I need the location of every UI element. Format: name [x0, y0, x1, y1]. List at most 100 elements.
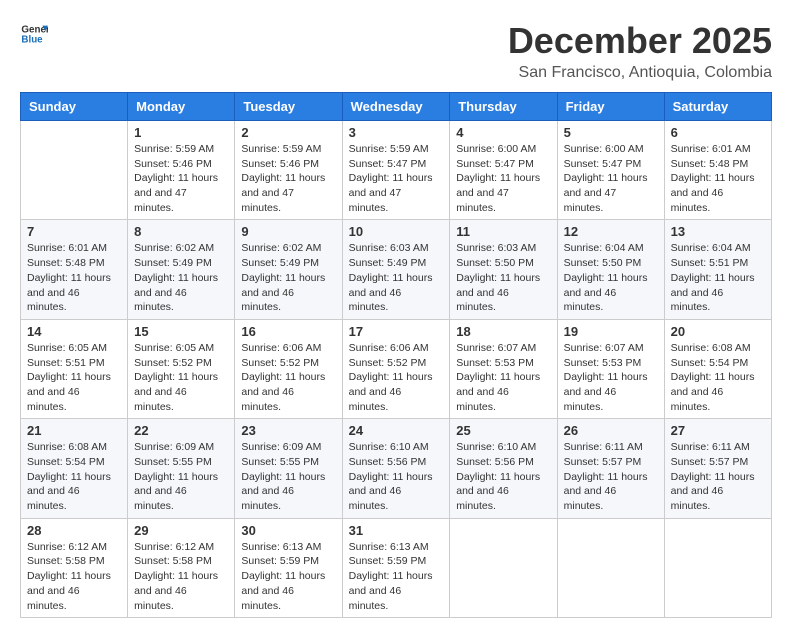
- calendar-cell: 21 Sunrise: 6:08 AMSunset: 5:54 PMDayligh…: [21, 419, 128, 518]
- day-number: 17: [349, 324, 444, 339]
- week-row-5: 28 Sunrise: 6:12 AMSunset: 5:58 PMDayligh…: [21, 518, 772, 617]
- calendar-cell: 7 Sunrise: 6:01 AMSunset: 5:48 PMDaylight…: [21, 220, 128, 319]
- title-area: December 2025 San Francisco, Antioquia, …: [508, 20, 772, 82]
- col-sunday: Sunday: [21, 93, 128, 121]
- calendar-cell: 17 Sunrise: 6:06 AMSunset: 5:52 PMDayligh…: [342, 319, 450, 418]
- day-info: Sunrise: 6:02 AMSunset: 5:49 PMDaylight:…: [134, 241, 228, 314]
- day-info: Sunrise: 5:59 AMSunset: 5:46 PMDaylight:…: [241, 142, 335, 215]
- day-info: Sunrise: 6:06 AMSunset: 5:52 PMDaylight:…: [349, 341, 444, 414]
- day-number: 5: [564, 125, 658, 140]
- calendar-cell: 19Sunrise: 6:07 AMSunset: 5:53 PMDayligh…: [557, 319, 664, 418]
- day-info: Sunrise: 6:10 AMSunset: 5:56 PMDaylight:…: [456, 440, 550, 513]
- day-info: Sunrise: 6:09 AMSunset: 5:55 PMDaylight:…: [241, 440, 335, 513]
- day-number: 22: [134, 423, 228, 438]
- calendar-cell: 22 Sunrise: 6:09 AMSunset: 5:55 PMDayligh…: [128, 419, 235, 518]
- calendar-table: Sunday Monday Tuesday Wednesday Thursday…: [20, 92, 772, 618]
- col-monday: Monday: [128, 93, 235, 121]
- calendar-cell: 4 Sunrise: 6:00 AMSunset: 5:47 PMDaylight…: [450, 121, 557, 220]
- calendar-cell: 16 Sunrise: 6:06 AMSunset: 5:52 PMDayligh…: [235, 319, 342, 418]
- calendar-cell: 12 Sunrise: 6:04 AMSunset: 5:50 PMDayligh…: [557, 220, 664, 319]
- logo-icon: General Blue: [20, 20, 48, 48]
- day-number: 13: [671, 224, 765, 239]
- day-info: Sunrise: 6:12 AMSunset: 5:58 PMDaylight:…: [134, 540, 228, 613]
- day-number: 11: [456, 224, 550, 239]
- week-row-3: 14Sunrise: 6:05 AMSunset: 5:51 PMDayligh…: [21, 319, 772, 418]
- svg-text:Blue: Blue: [21, 34, 43, 45]
- calendar-cell: 20 Sunrise: 6:08 AMSunset: 5:54 PMDayligh…: [664, 319, 771, 418]
- calendar-cell: 27 Sunrise: 6:11 AMSunset: 5:57 PMDayligh…: [664, 419, 771, 518]
- day-number: 9: [241, 224, 335, 239]
- day-number: 21: [27, 423, 121, 438]
- week-row-2: 7 Sunrise: 6:01 AMSunset: 5:48 PMDaylight…: [21, 220, 772, 319]
- day-info: Sunrise: 6:13 AMSunset: 5:59 PMDaylight:…: [349, 540, 444, 613]
- day-number: 27: [671, 423, 765, 438]
- day-number: 28: [27, 523, 121, 538]
- day-number: 10: [349, 224, 444, 239]
- day-number: 18: [456, 324, 550, 339]
- day-info: Sunrise: 6:04 AMSunset: 5:50 PMDaylight:…: [564, 241, 658, 314]
- calendar-cell: 13 Sunrise: 6:04 AMSunset: 5:51 PMDayligh…: [664, 220, 771, 319]
- day-number: 24: [349, 423, 444, 438]
- page-subtitle: San Francisco, Antioquia, Colombia: [508, 64, 772, 82]
- day-number: 16: [241, 324, 335, 339]
- logo: General Blue: [20, 20, 48, 48]
- day-number: 7: [27, 224, 121, 239]
- col-thursday: Thursday: [450, 93, 557, 121]
- day-number: 1: [134, 125, 228, 140]
- day-info: Sunrise: 6:07 AMSunset: 5:53 PMDaylight:…: [564, 341, 658, 414]
- day-number: 23: [241, 423, 335, 438]
- day-number: 25: [456, 423, 550, 438]
- week-row-4: 21 Sunrise: 6:08 AMSunset: 5:54 PMDayligh…: [21, 419, 772, 518]
- day-info: Sunrise: 5:59 AMSunset: 5:47 PMDaylight:…: [349, 142, 444, 215]
- calendar-cell: 1 Sunrise: 5:59 AMSunset: 5:46 PMDaylight…: [128, 121, 235, 220]
- day-number: 15: [134, 324, 228, 339]
- calendar-cell: 28 Sunrise: 6:12 AMSunset: 5:58 PMDayligh…: [21, 518, 128, 617]
- day-number: 8: [134, 224, 228, 239]
- calendar-cell: 8 Sunrise: 6:02 AMSunset: 5:49 PMDaylight…: [128, 220, 235, 319]
- day-number: 31: [349, 523, 444, 538]
- calendar-cell: 31 Sunrise: 6:13 AMSunset: 5:59 PMDayligh…: [342, 518, 450, 617]
- calendar-cell: 29 Sunrise: 6:12 AMSunset: 5:58 PMDayligh…: [128, 518, 235, 617]
- day-number: 30: [241, 523, 335, 538]
- calendar-cell: 15 Sunrise: 6:05 AMSunset: 5:52 PMDayligh…: [128, 319, 235, 418]
- col-wednesday: Wednesday: [342, 93, 450, 121]
- calendar-cell: 11Sunrise: 6:03 AMSunset: 5:50 PMDayligh…: [450, 220, 557, 319]
- day-number: 3: [349, 125, 444, 140]
- calendar-header-row: Sunday Monday Tuesday Wednesday Thursday…: [21, 93, 772, 121]
- day-number: 2: [241, 125, 335, 140]
- day-number: 20: [671, 324, 765, 339]
- col-friday: Friday: [557, 93, 664, 121]
- day-info: Sunrise: 6:09 AMSunset: 5:55 PMDaylight:…: [134, 440, 228, 513]
- day-number: 29: [134, 523, 228, 538]
- day-info: Sunrise: 6:05 AMSunset: 5:51 PMDaylight:…: [27, 341, 121, 414]
- day-info: Sunrise: 6:05 AMSunset: 5:52 PMDaylight:…: [134, 341, 228, 414]
- day-info: Sunrise: 6:08 AMSunset: 5:54 PMDaylight:…: [671, 341, 765, 414]
- calendar-cell: 25 Sunrise: 6:10 AMSunset: 5:56 PMDayligh…: [450, 419, 557, 518]
- day-info: Sunrise: 5:59 AMSunset: 5:46 PMDaylight:…: [134, 142, 228, 215]
- day-info: Sunrise: 6:01 AMSunset: 5:48 PMDaylight:…: [671, 142, 765, 215]
- calendar-cell: 9 Sunrise: 6:02 AMSunset: 5:49 PMDaylight…: [235, 220, 342, 319]
- day-info: Sunrise: 6:00 AMSunset: 5:47 PMDaylight:…: [456, 142, 550, 215]
- day-number: 12: [564, 224, 658, 239]
- day-info: Sunrise: 6:12 AMSunset: 5:58 PMDaylight:…: [27, 540, 121, 613]
- page-title: December 2025: [508, 20, 772, 62]
- day-info: Sunrise: 6:02 AMSunset: 5:49 PMDaylight:…: [241, 241, 335, 314]
- calendar-cell: [450, 518, 557, 617]
- calendar-cell: 14Sunrise: 6:05 AMSunset: 5:51 PMDayligh…: [21, 319, 128, 418]
- calendar-cell: 10Sunrise: 6:03 AMSunset: 5:49 PMDayligh…: [342, 220, 450, 319]
- day-info: Sunrise: 6:11 AMSunset: 5:57 PMDaylight:…: [671, 440, 765, 513]
- day-info: Sunrise: 6:10 AMSunset: 5:56 PMDaylight:…: [349, 440, 444, 513]
- day-number: 4: [456, 125, 550, 140]
- calendar-cell: 5Sunrise: 6:00 AMSunset: 5:47 PMDaylight…: [557, 121, 664, 220]
- day-info: Sunrise: 6:06 AMSunset: 5:52 PMDaylight:…: [241, 341, 335, 414]
- page-header: General Blue December 2025 San Francisco…: [20, 20, 772, 82]
- calendar-cell: 26Sunrise: 6:11 AMSunset: 5:57 PMDayligh…: [557, 419, 664, 518]
- day-info: Sunrise: 6:11 AMSunset: 5:57 PMDaylight:…: [564, 440, 658, 513]
- calendar-cell: 6 Sunrise: 6:01 AMSunset: 5:48 PMDaylight…: [664, 121, 771, 220]
- day-info: Sunrise: 6:13 AMSunset: 5:59 PMDaylight:…: [241, 540, 335, 613]
- day-info: Sunrise: 6:04 AMSunset: 5:51 PMDaylight:…: [671, 241, 765, 314]
- day-info: Sunrise: 6:08 AMSunset: 5:54 PMDaylight:…: [27, 440, 121, 513]
- day-number: 6: [671, 125, 765, 140]
- day-info: Sunrise: 6:01 AMSunset: 5:48 PMDaylight:…: [27, 241, 121, 314]
- calendar-cell: 23 Sunrise: 6:09 AMSunset: 5:55 PMDayligh…: [235, 419, 342, 518]
